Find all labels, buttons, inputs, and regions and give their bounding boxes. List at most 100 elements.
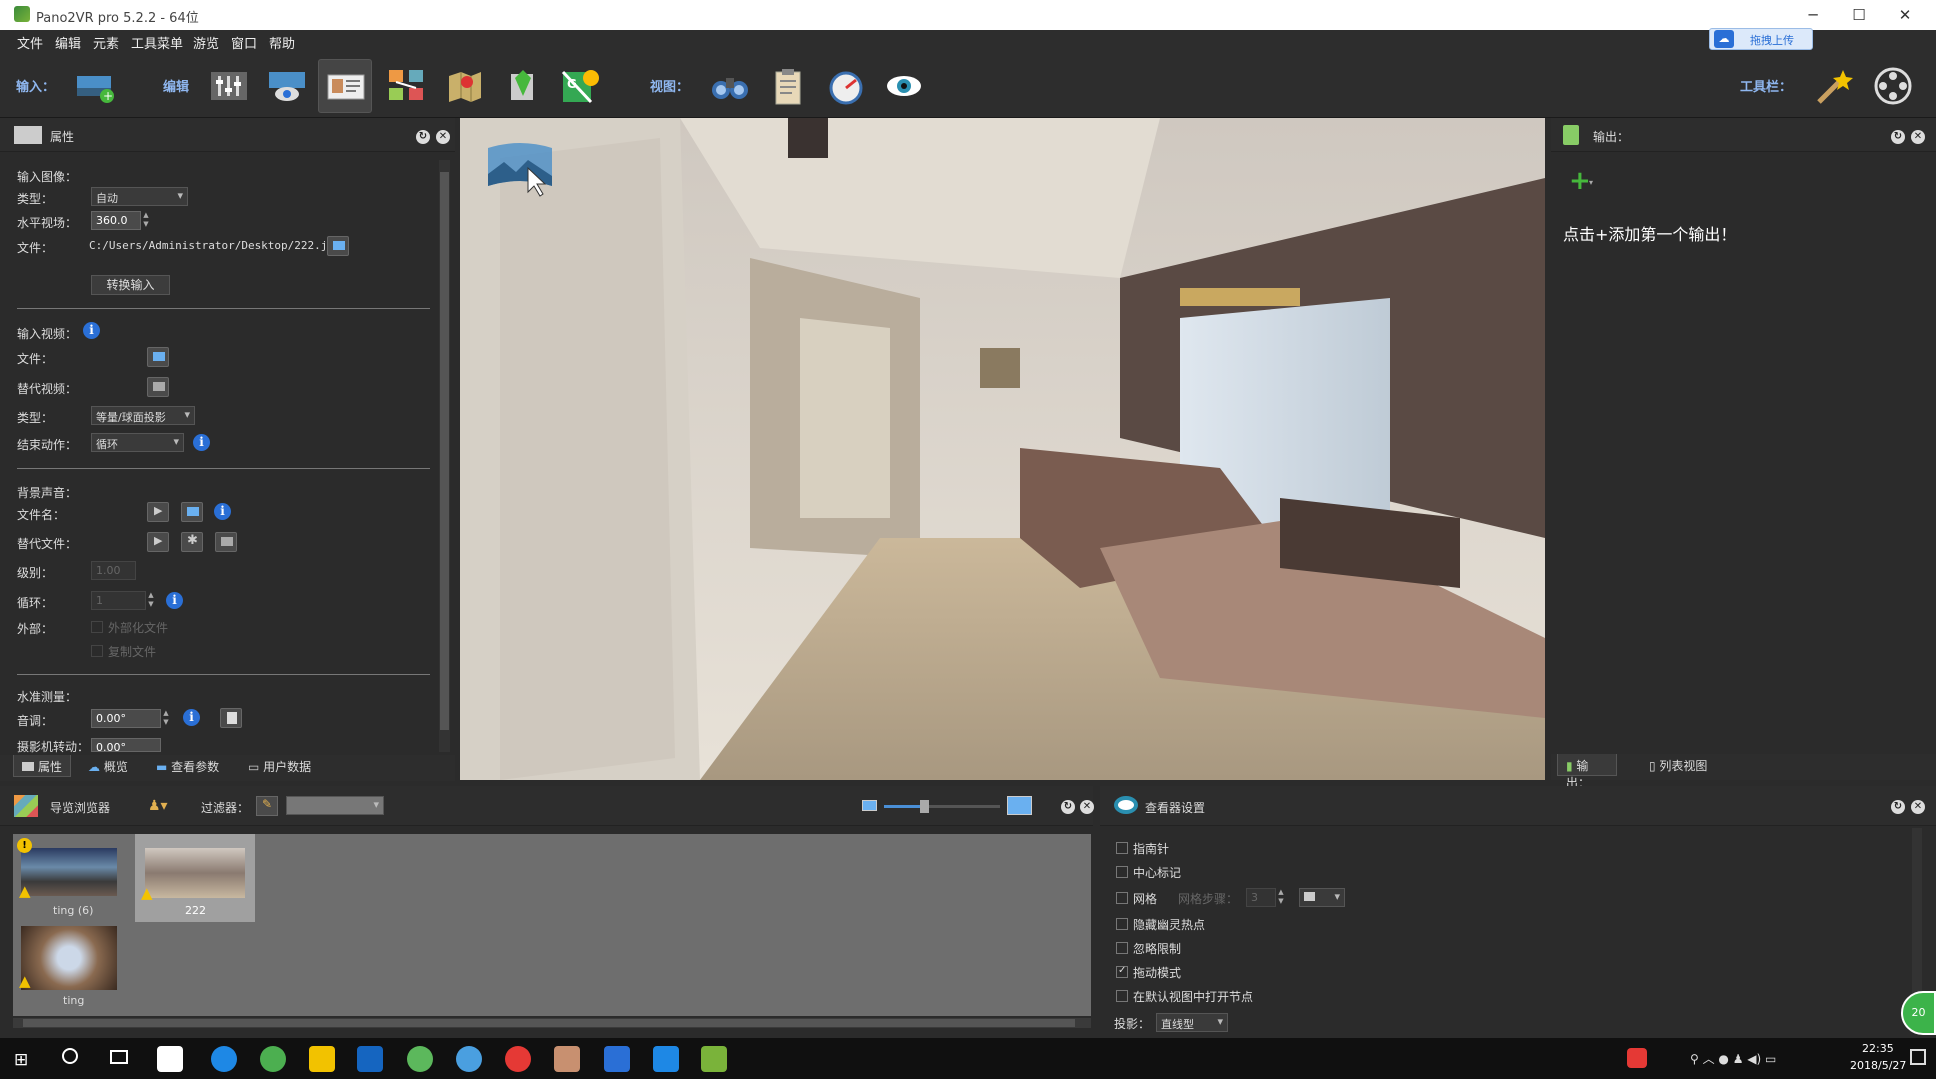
close-panel-icon[interactable]: ✕ xyxy=(1080,800,1094,814)
tab-overview[interactable]: ☁ 概览 xyxy=(80,755,136,777)
copy-file-checkbox[interactable] xyxy=(91,645,103,657)
view-speed-button[interactable] xyxy=(819,59,873,113)
scrollbar-thumb[interactable] xyxy=(23,1019,1075,1027)
drag-mode-checkbox[interactable] xyxy=(1116,965,1128,978)
windows-start-icon[interactable]: ⊞ xyxy=(14,1050,28,1070)
user-filter-icon[interactable]: ♟▾ xyxy=(148,798,168,814)
menu-file[interactable]: 文件 xyxy=(17,33,43,52)
add-output-dropdown-icon[interactable]: ▾ xyxy=(1589,178,1593,187)
grid-color-select[interactable] xyxy=(1299,888,1345,907)
loop-input[interactable]: 1 xyxy=(91,591,146,610)
info-icon[interactable]: i xyxy=(193,434,210,451)
tab-user-data[interactable]: ▭ 用户数据 xyxy=(240,755,319,777)
file-explorer-icon[interactable] xyxy=(309,1046,335,1072)
panorama-viewer[interactable] xyxy=(460,118,1545,780)
compass-checkbox[interactable] xyxy=(1116,842,1128,854)
floor-plan-button[interactable] xyxy=(496,59,550,113)
menu-edit[interactable]: 编辑 xyxy=(55,33,81,52)
clock-time[interactable]: 22:35 xyxy=(1862,1042,1894,1055)
cloud-app-icon[interactable] xyxy=(456,1046,482,1072)
alt-settings-button[interactable]: ✱ xyxy=(181,532,203,552)
tray-icons[interactable]: ⚲ ︿ ● ♟ ◀) ▭ xyxy=(1690,1050,1776,1067)
scrollbar-thumb[interactable] xyxy=(440,172,449,730)
grid-step-stepper[interactable]: ▲ ▼ xyxy=(1276,888,1286,907)
minimize-button[interactable]: ─ xyxy=(1790,2,1836,28)
menu-tour[interactable]: 游览 xyxy=(193,33,219,52)
open-default-checkbox[interactable] xyxy=(1116,990,1128,1002)
float-icon[interactable]: ↻ xyxy=(416,130,430,144)
ignore-limits-checkbox[interactable] xyxy=(1116,942,1128,954)
camera-roll-input[interactable]: 0.00° xyxy=(91,738,161,754)
close-panel-icon[interactable]: ✕ xyxy=(436,130,450,144)
add-panorama-button[interactable]: + xyxy=(68,59,122,113)
viewing-params-button[interactable] xyxy=(202,59,256,113)
play-sound-button[interactable]: ▶ xyxy=(147,502,169,522)
pano2vr-taskbar-icon[interactable] xyxy=(701,1046,727,1072)
externalize-checkbox[interactable] xyxy=(91,621,103,633)
notification-icon[interactable] xyxy=(1910,1049,1926,1065)
menu-element[interactable]: 元素 xyxy=(93,33,119,52)
convert-input-button[interactable]: 转换输入 xyxy=(91,275,170,295)
copy-level-button[interactable] xyxy=(220,708,242,728)
media-app-icon[interactable] xyxy=(505,1046,531,1072)
close-panel-icon[interactable]: ✕ xyxy=(1911,800,1925,814)
alt-browse-button[interactable] xyxy=(215,532,237,552)
avatar-app-icon[interactable] xyxy=(554,1046,580,1072)
hfov-input[interactable]: 360.0 xyxy=(91,211,141,230)
info-icon[interactable]: i xyxy=(214,503,231,520)
hfov-stepper[interactable]: ▲ ▼ xyxy=(141,211,151,230)
view-clipboard-button[interactable] xyxy=(761,59,815,113)
play-alt-button[interactable]: ▶ xyxy=(147,532,169,552)
grid-step-input[interactable]: 3 xyxy=(1246,888,1276,907)
slider-handle[interactable] xyxy=(920,800,929,813)
view-eye-button[interactable] xyxy=(877,59,931,113)
app-pinwheel-icon[interactable] xyxy=(157,1046,183,1072)
map-button[interactable] xyxy=(438,59,492,113)
close-panel-icon[interactable]: ✕ xyxy=(1911,130,1925,144)
menu-window[interactable]: 窗口 xyxy=(231,33,257,52)
info-icon[interactable]: i xyxy=(83,322,100,339)
node-thumbnail[interactable]: ▲ 222 xyxy=(135,834,255,922)
node-thumbnail[interactable]: ▲ ting xyxy=(17,926,121,1014)
info-icon[interactable]: i xyxy=(183,709,200,726)
properties-scrollbar[interactable] xyxy=(439,160,450,752)
baidu-cloud-icon[interactable] xyxy=(604,1046,630,1072)
info-icon[interactable]: i xyxy=(166,592,183,609)
add-output-button[interactable]: + xyxy=(1569,168,1591,194)
projection-select[interactable]: 直线型 xyxy=(1156,1013,1228,1032)
tab-output[interactable]: ▮ 输出： xyxy=(1557,754,1617,790)
tab-properties[interactable]: 属性 xyxy=(13,755,71,777)
end-action-select[interactable]: 循环 xyxy=(91,433,184,452)
thumb-size-slider[interactable] xyxy=(884,800,1000,813)
maximize-button[interactable]: ☐ xyxy=(1836,2,1882,28)
wechat-icon[interactable] xyxy=(407,1046,433,1072)
pitch-stepper[interactable]: ▲ ▼ xyxy=(161,709,171,728)
photo-app-icon[interactable] xyxy=(357,1046,383,1072)
u-app-icon[interactable] xyxy=(653,1046,679,1072)
ime-icon[interactable] xyxy=(1627,1048,1647,1068)
float-icon[interactable]: ↻ xyxy=(1891,800,1905,814)
menu-tools[interactable]: 工具菜单 xyxy=(131,33,183,52)
float-icon[interactable]: ↻ xyxy=(1891,130,1905,144)
tab-list-view[interactable]: ▯ 列表视图 xyxy=(1641,754,1715,776)
sound-browse-button[interactable] xyxy=(181,502,203,522)
pitch-input[interactable]: 0.00° xyxy=(91,709,161,728)
view-binoculars-button[interactable] xyxy=(703,59,757,113)
level-input[interactable]: 1.00 xyxy=(91,561,136,580)
browser-icon[interactable] xyxy=(211,1046,237,1072)
user-data-button[interactable] xyxy=(318,59,372,113)
node-thumbnail[interactable]: ! ▲ ting (6) xyxy=(17,838,121,926)
tab-view-params[interactable]: ▬ 查看参数 xyxy=(148,755,227,777)
float-icon[interactable]: ↻ xyxy=(1061,800,1075,814)
type-select[interactable]: 自动 xyxy=(91,187,188,206)
clock-date[interactable]: 2018/5/27 xyxy=(1850,1059,1906,1072)
tour-browser-button[interactable] xyxy=(380,59,434,113)
upload-widget[interactable]: ☁ 拖拽上传 xyxy=(1709,28,1813,50)
browser-green-icon[interactable] xyxy=(260,1046,286,1072)
google-maps-button[interactable]: G xyxy=(554,59,608,113)
task-view-icon[interactable] xyxy=(110,1050,128,1064)
viewing-params-eye-button[interactable] xyxy=(260,59,314,113)
grid-checkbox[interactable] xyxy=(1116,892,1128,904)
loop-stepper[interactable]: ▲ ▼ xyxy=(146,591,156,610)
node-grid-scrollbar[interactable] xyxy=(13,1018,1091,1028)
